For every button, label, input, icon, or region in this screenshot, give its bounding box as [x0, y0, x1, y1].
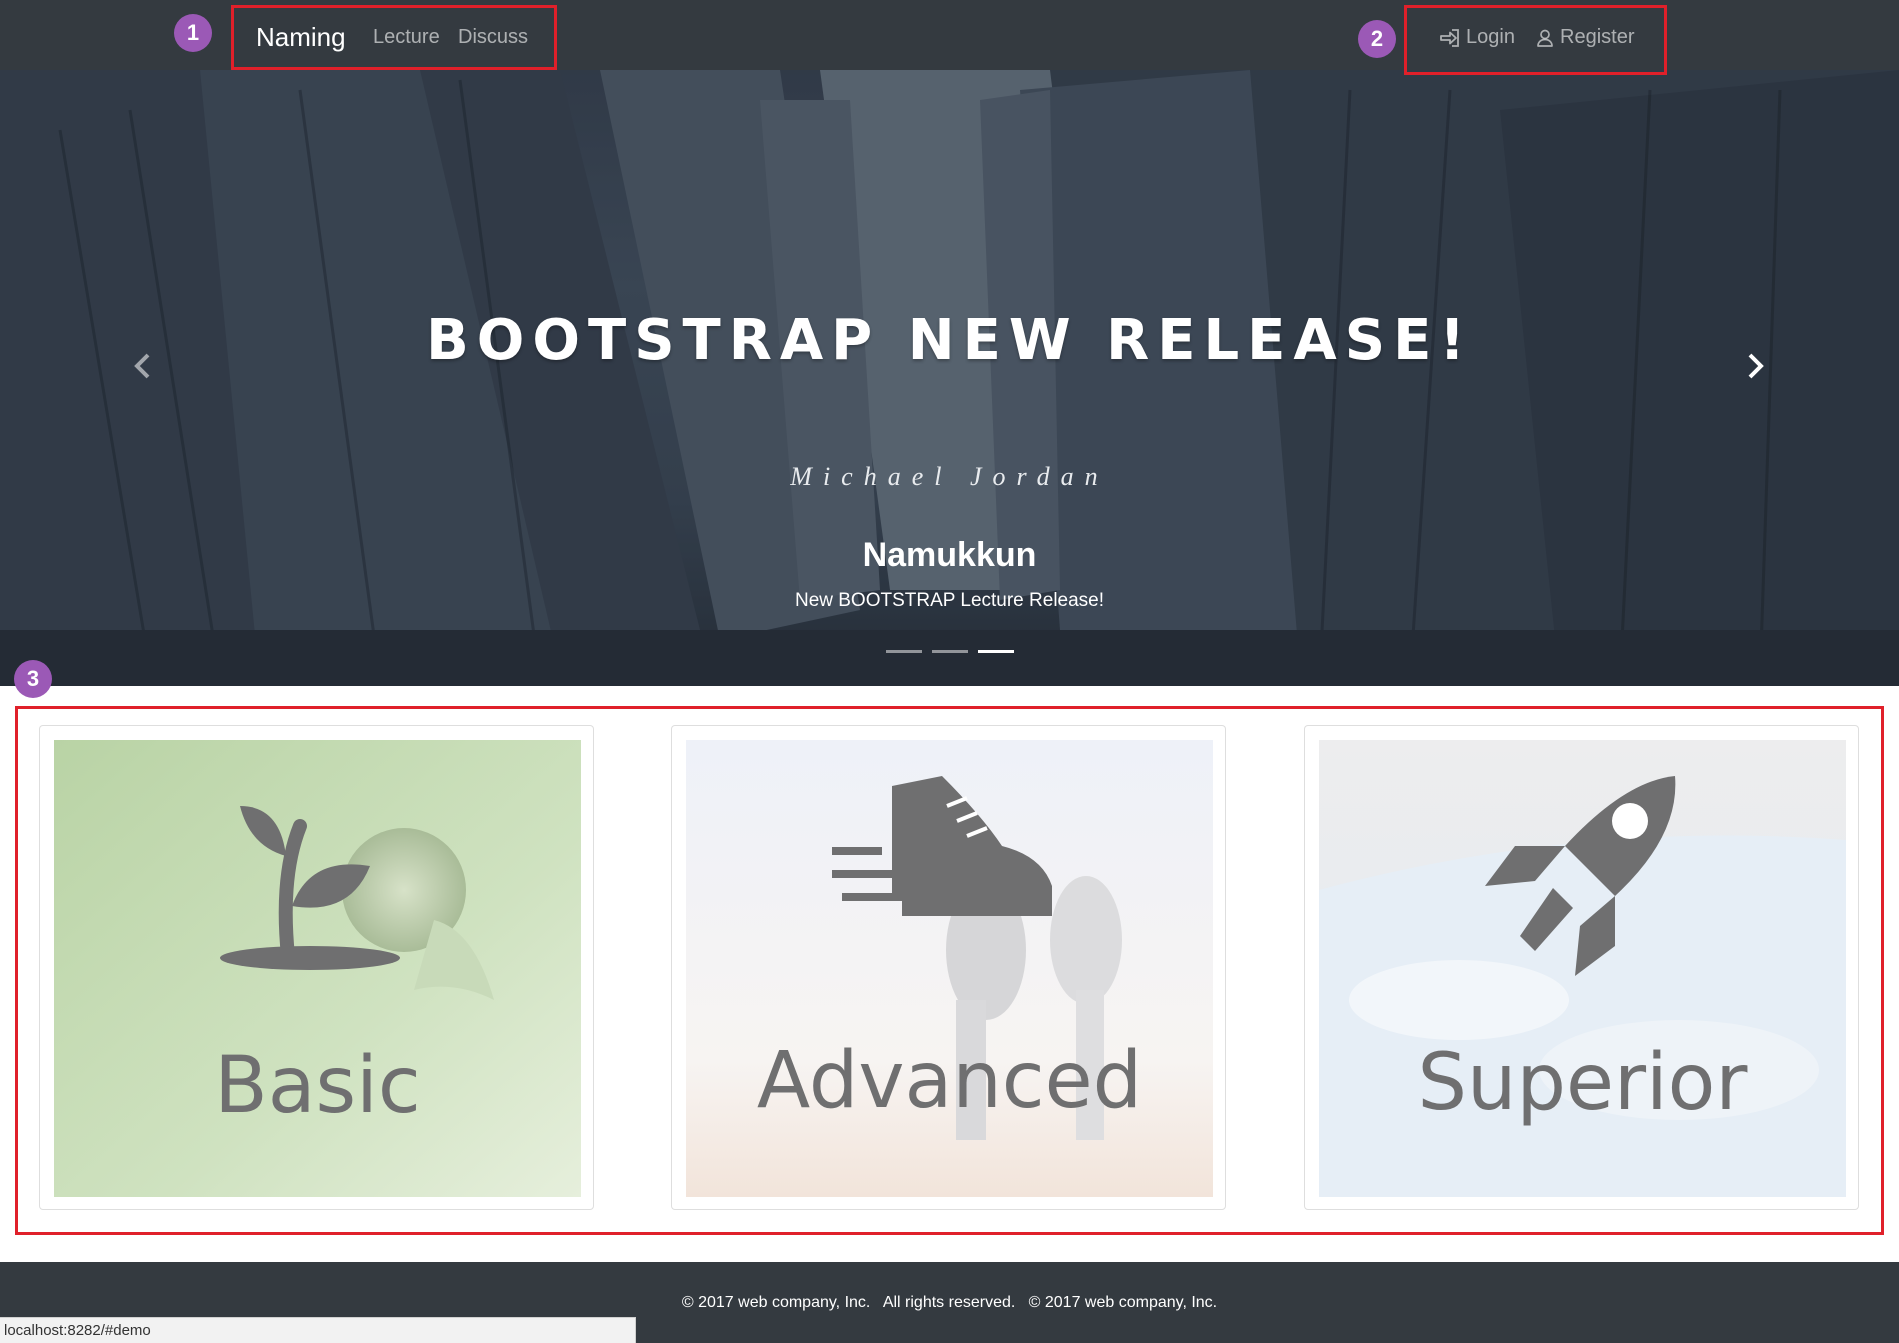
carousel-caption-title: Namukkun	[862, 536, 1037, 574]
carousel-indicator-1[interactable]	[886, 650, 922, 653]
hero-carousel: BOOTSTRAP NEW RELEASE! Michael Jordan Na…	[0, 70, 1899, 686]
annotation-box-3	[15, 706, 1884, 1235]
annotation-box-1	[231, 5, 557, 70]
status-url: localhost:8282/#demo	[4, 1322, 151, 1339]
carousel-indicator-2[interactable]	[932, 650, 968, 653]
carousel-indicators	[886, 650, 1014, 653]
carousel-caption-text: New BOOTSTRAP Lecture Release!	[794, 590, 1105, 611]
chevron-right-icon	[1746, 352, 1766, 385]
hero-title: BOOTSTRAP NEW RELEASE!	[426, 308, 1473, 373]
annotation-badge-1: 1	[174, 14, 212, 52]
carousel-prev-button[interactable]	[112, 338, 172, 398]
annotation-box-2	[1404, 5, 1667, 75]
footer-copyright: © 2017 web company, Inc. All rights rese…	[681, 1294, 1218, 1311]
carousel-next-button[interactable]	[1726, 338, 1786, 398]
annotation-badge-2: 2	[1358, 20, 1396, 58]
chevron-left-icon	[132, 352, 152, 385]
browser-status-bar: localhost:8282/#demo	[0, 1317, 636, 1343]
carousel-indicator-3[interactable]	[978, 650, 1014, 653]
hero-subtitle: Michael Jordan	[790, 462, 1109, 491]
annotation-badge-3: 3	[14, 660, 52, 698]
